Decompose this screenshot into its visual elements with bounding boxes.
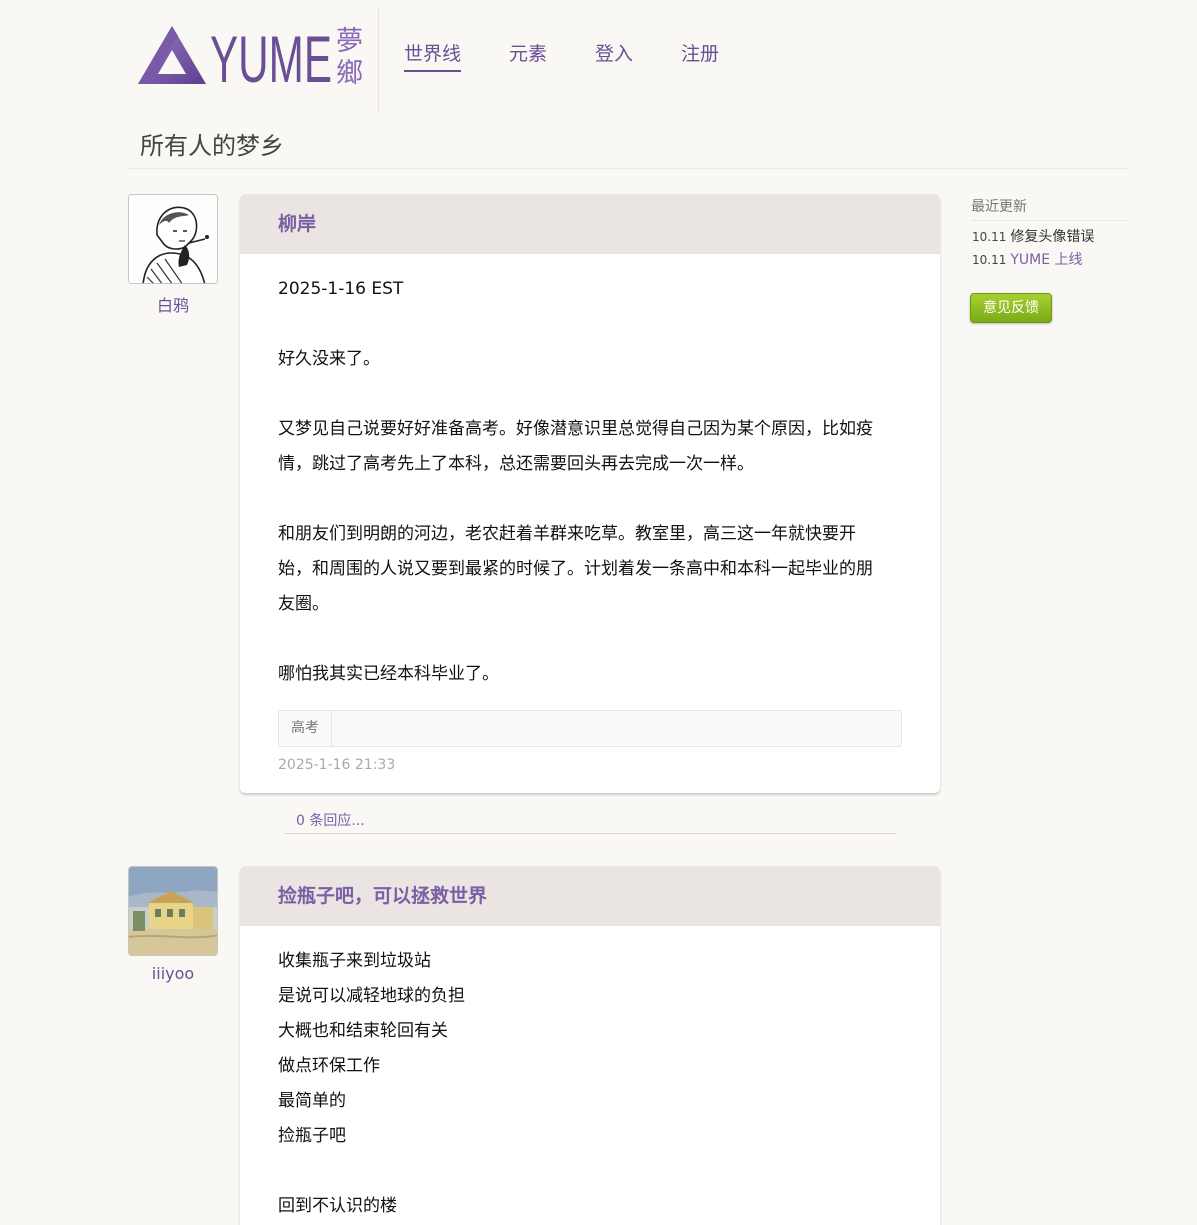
avatar-post-2[interactable] — [128, 866, 218, 956]
yume-logo[interactable]: YUME 夢 鄉 — [136, 20, 376, 92]
post-line: 情，跳过了高考先上了本科，总还需要回头再去完成一次一样。 — [278, 454, 754, 474]
avatar-post-1[interactable] — [128, 194, 218, 284]
post-timestamp: 2025-1-16 21:33 — [278, 757, 396, 773]
post-card-2: 捡瓶子吧，可以拯救世界 收集瓶子来到垃圾站 是说可以减轻地球的负担 大概也和结束… — [240, 866, 940, 1225]
post-line: 好久没来了。 — [278, 349, 380, 369]
logo-sub-1: 夢 — [336, 26, 363, 57]
post-line: 大概也和结束轮回有关 — [278, 1021, 448, 1041]
update-item: 10.11 修复头像错误 — [972, 226, 1094, 249]
post-line: 友圈。 — [278, 594, 329, 614]
tag-gaokao[interactable]: 高考 — [279, 711, 332, 746]
author-name-post-1[interactable]: 白鸦 — [128, 292, 218, 316]
post-line: 是说可以减轻地球的负担 — [278, 986, 465, 1006]
post-line: 捡瓶子吧 — [278, 1126, 346, 1146]
page: YUME 夢 鄉 世界线 元素 登入 注册 所有人的梦乡 白鸦 柳岸 2025-… — [0, 0, 1197, 1225]
update-date: 10.11 — [972, 253, 1007, 267]
nav-register[interactable]: 注册 — [681, 42, 719, 72]
author-name-post-2[interactable]: iiiyoo — [128, 964, 218, 983]
update-text: 修复头像错误 — [1010, 229, 1095, 245]
post-line: 始，和周围的人说又要到最紧的时候了。计划着发一条高中和本科一起毕业的朋 — [278, 559, 873, 579]
title-divider — [128, 168, 1128, 169]
post-line: 最简单的 — [278, 1091, 346, 1111]
update-link[interactable]: YUME 上线 — [1010, 252, 1082, 268]
feedback-button[interactable]: 意见反馈 — [970, 293, 1052, 323]
post-line: 做点环保工作 — [278, 1056, 380, 1076]
logo-text: YUME — [210, 22, 332, 92]
nav-login[interactable]: 登入 — [595, 42, 633, 72]
nav-worldline[interactable]: 世界线 — [404, 42, 462, 72]
post-body-2: 收集瓶子来到垃圾站 是说可以减轻地球的负担 大概也和结束轮回有关 做点环保工作 … — [240, 926, 940, 1224]
tag-bar: 高考 — [278, 710, 902, 747]
update-date: 10.11 — [972, 230, 1007, 244]
post-body-1: 2025-1-16 EST 好久没来了。 又梦见自己说要好好准备高考。好像潜意识… — [240, 254, 940, 793]
site-header: YUME 夢 鄉 世界线 元素 登入 注册 — [128, 0, 1128, 112]
post-line: 又梦见自己说要好好准备高考。好像潜意识里总觉得自己因为某个原因，比如疫 — [278, 419, 873, 439]
post-card-1: 柳岸 2025-1-16 EST 好久没来了。 又梦见自己说要好好准备高考。好像… — [240, 194, 940, 793]
logo-sub-2: 鄉 — [336, 58, 363, 89]
post-title-1[interactable]: 柳岸 — [240, 194, 940, 254]
post-line: 2025-1-16 EST — [278, 279, 404, 299]
post-title-2[interactable]: 捡瓶子吧，可以拯救世界 — [240, 866, 940, 926]
main-nav: 世界线 元素 登入 注册 — [404, 42, 719, 72]
header-divider — [378, 8, 379, 112]
post-line: 和朋友们到明朗的河边，老农赶着羊群来吃草。教室里，高三这一年就快要开 — [278, 524, 856, 544]
replies-link[interactable]: 0 条回应... — [284, 810, 896, 834]
post-line: 回到不认识的楼 — [278, 1196, 397, 1216]
update-item: 10.11 YUME 上线 — [972, 249, 1094, 272]
post-line: 哪怕我其实已经本科毕业了。 — [278, 664, 499, 684]
page-title: 所有人的梦乡 — [140, 132, 284, 160]
nav-elements[interactable]: 元素 — [509, 42, 547, 72]
sidebar-title: 最近更新 — [971, 196, 1128, 221]
post-line: 收集瓶子来到垃圾站 — [278, 951, 431, 971]
recent-updates: 10.11 修复头像错误 10.11 YUME 上线 — [972, 226, 1094, 272]
